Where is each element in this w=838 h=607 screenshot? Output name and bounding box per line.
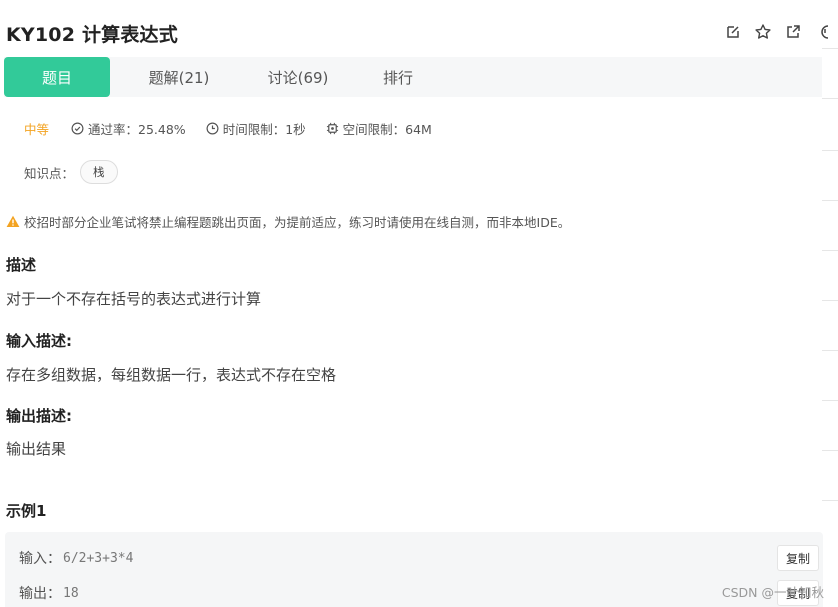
description-heading: 描述 [6, 256, 37, 274]
description-text: 对于一个不存在括号的表达式进行计算 [6, 290, 262, 308]
output-text: 输出结果 [6, 440, 67, 458]
tab-problem[interactable]: 题目 [4, 57, 110, 97]
title-actions [724, 23, 832, 41]
time-limit: 时间限制：1秒 [206, 119, 306, 138]
edge-divider [822, 450, 838, 451]
tab-ranking[interactable]: 排行 [348, 57, 448, 97]
example-output-label: 输出： [19, 586, 61, 602]
star-icon[interactable] [754, 23, 772, 41]
tab-discussion[interactable]: 讨论(69) [248, 57, 348, 97]
edge-divider [822, 300, 838, 301]
problem-tabs: 题目 题解(21) 讨论(69) 排行 [4, 57, 822, 97]
edge-divider [822, 400, 838, 401]
knowledge-points: 知识点： 栈 [24, 160, 118, 184]
input-text: 存在多组数据，每组数据一行，表达式不存在空格 [6, 366, 337, 384]
clock-icon [206, 122, 219, 135]
time-limit-text: 时间限制：1秒 [222, 122, 306, 137]
memory-limit: 空间限制：64M [326, 119, 432, 138]
check-circle-icon [71, 122, 84, 135]
copy-input-button[interactable]: 复制 [777, 545, 819, 571]
example-input: 输入： 6/2+3+3*4 [19, 548, 133, 568]
edge-divider [822, 350, 838, 351]
warning-notice: 校招时部分企业笔试将禁止编程题跳出页面，为提前适应，练习时请使用在线自测，而非本… [6, 212, 570, 231]
difficulty-badge: 中等 [24, 122, 50, 137]
example-box: 输入： 6/2+3+3*4 复制 输出： 18 复制 [5, 532, 823, 607]
memory-limit-text: 空间限制：64M [342, 122, 432, 137]
tab-solutions[interactable]: 题解(21) [110, 57, 248, 97]
share-icon[interactable] [784, 23, 802, 41]
warning-text: 校招时部分企业笔试将禁止编程题跳出页面，为提前适应，练习时请使用在线自测，而非本… [24, 215, 571, 230]
edge-divider [822, 150, 838, 151]
edge-divider [822, 48, 838, 49]
output-heading: 输出描述: [6, 407, 72, 425]
watermark: CSDN @一叶知秋 [721, 585, 824, 600]
pass-rate: 通过率：25.48% [71, 119, 186, 138]
knowledge-label: 知识点： [24, 165, 75, 181]
edit-icon[interactable] [724, 23, 742, 41]
edge-divider [822, 200, 838, 201]
knowledge-tag[interactable]: 栈 [80, 160, 118, 184]
more-icon[interactable] [814, 23, 832, 41]
warning-icon [6, 215, 20, 227]
example-output-value: 18 [63, 585, 79, 601]
page-title: KY102 计算表达式 [6, 24, 178, 46]
edge-divider [822, 500, 838, 501]
pass-rate-text: 通过率：25.48% [88, 122, 186, 137]
input-heading: 输入描述: [6, 332, 72, 350]
example-output: 输出： 18 [19, 583, 79, 603]
edge-divider [822, 250, 838, 251]
problem-meta: 中等 通过率：25.48% 时间限制：1秒 空间限制：64M [24, 119, 452, 138]
edge-divider [822, 98, 838, 99]
chip-icon [326, 122, 338, 135]
example-input-label: 输入： [19, 551, 61, 567]
example-heading: 示例1 [6, 502, 47, 520]
example-input-value: 6/2+3+3*4 [63, 550, 134, 566]
